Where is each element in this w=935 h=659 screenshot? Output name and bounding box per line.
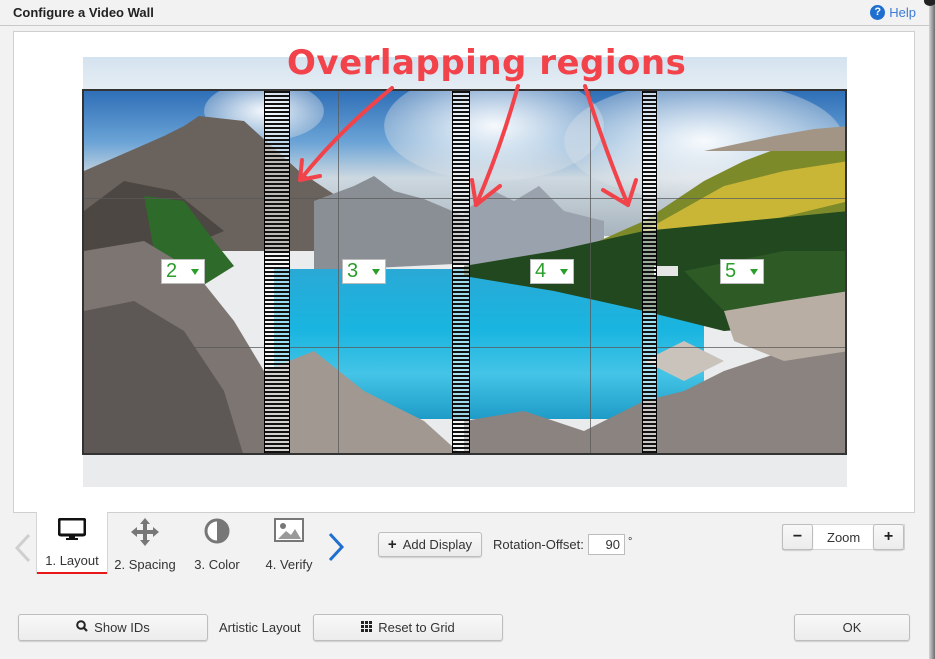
zoom-label: Zoom xyxy=(827,530,861,545)
tab-spacing[interactable]: 2. Spacing xyxy=(108,512,182,574)
chevron-right-icon xyxy=(328,532,345,562)
zoom-control: − Zoom + xyxy=(782,524,905,550)
annotation-label: Overlapping regions xyxy=(287,43,687,83)
tab-label: 3. Color xyxy=(194,557,240,572)
artistic-layout-label: Artistic Layout xyxy=(219,620,301,635)
overlap-region xyxy=(642,91,657,453)
rotation-offset-input[interactable] xyxy=(588,534,625,555)
minus-icon: − xyxy=(792,528,803,545)
degree-symbol: ° xyxy=(628,536,633,548)
tab-color[interactable]: 3. Color xyxy=(182,512,252,574)
dialog-title: Configure a Video Wall xyxy=(13,5,154,20)
display-id-value: 4 xyxy=(535,260,547,282)
ok-label: OK xyxy=(842,620,862,635)
rotation-offset-label: Rotation-Offset: xyxy=(493,537,584,552)
ok-button[interactable]: OK xyxy=(794,614,910,641)
show-ids-label: Show IDs xyxy=(94,620,150,635)
grid-line xyxy=(590,91,591,453)
caret-down-icon xyxy=(750,269,758,275)
reset-to-grid-button[interactable]: Reset to Grid xyxy=(313,614,503,641)
grid-line xyxy=(338,91,339,453)
caret-down-icon xyxy=(191,269,199,275)
zoom-out-button[interactable]: − xyxy=(782,524,813,550)
grid-icon xyxy=(361,620,373,635)
overlap-region xyxy=(264,91,290,453)
help-label: Help xyxy=(889,5,916,20)
tab-label: 1. Layout xyxy=(45,553,99,568)
image-icon xyxy=(274,518,304,549)
contrast-icon xyxy=(204,518,230,549)
zoom-in-button[interactable]: + xyxy=(873,524,904,550)
add-display-label: Add Display xyxy=(402,537,473,552)
display-id-select[interactable]: 4 xyxy=(530,259,574,284)
add-display-button[interactable]: + Add Display xyxy=(378,532,482,557)
window-edge xyxy=(929,0,935,659)
video-wall-dialog: Configure a Video Wall ? Help 2 3 4 5 Ov… xyxy=(0,0,929,659)
display-id-value: 3 xyxy=(347,260,359,282)
tab-verify[interactable]: 4. Verify xyxy=(252,512,326,574)
display-id-value: 5 xyxy=(725,260,737,282)
chevron-left-icon xyxy=(14,533,31,563)
move-arrows-icon xyxy=(131,518,159,551)
question-circle-icon: ? xyxy=(870,5,886,20)
plus-icon: + xyxy=(883,528,894,545)
show-ids-button[interactable]: Show IDs xyxy=(18,614,208,641)
display-id-select[interactable]: 5 xyxy=(720,259,764,284)
window-corner xyxy=(924,0,935,6)
title-bar: Configure a Video Wall ? Help xyxy=(0,0,929,26)
display-id-select[interactable]: 3 xyxy=(342,259,386,284)
display-id-select[interactable]: 2 xyxy=(161,259,205,284)
monitor-icon xyxy=(57,517,87,547)
next-step-button[interactable] xyxy=(326,532,346,562)
overlap-region xyxy=(452,91,470,453)
tab-layout[interactable]: 1. Layout xyxy=(36,512,108,574)
plus-icon: + xyxy=(387,536,397,553)
help-link[interactable]: ? Help xyxy=(870,5,916,20)
caret-down-icon xyxy=(372,269,380,275)
tab-label: 4. Verify xyxy=(265,557,313,572)
prev-step-button[interactable] xyxy=(13,533,33,563)
reset-to-grid-label: Reset to Grid xyxy=(378,620,455,635)
active-tab-indicator xyxy=(37,572,107,574)
tab-label: 2. Spacing xyxy=(114,557,176,572)
caret-down-icon xyxy=(560,269,568,275)
search-icon xyxy=(76,620,88,635)
display-id-value: 2 xyxy=(166,260,178,282)
